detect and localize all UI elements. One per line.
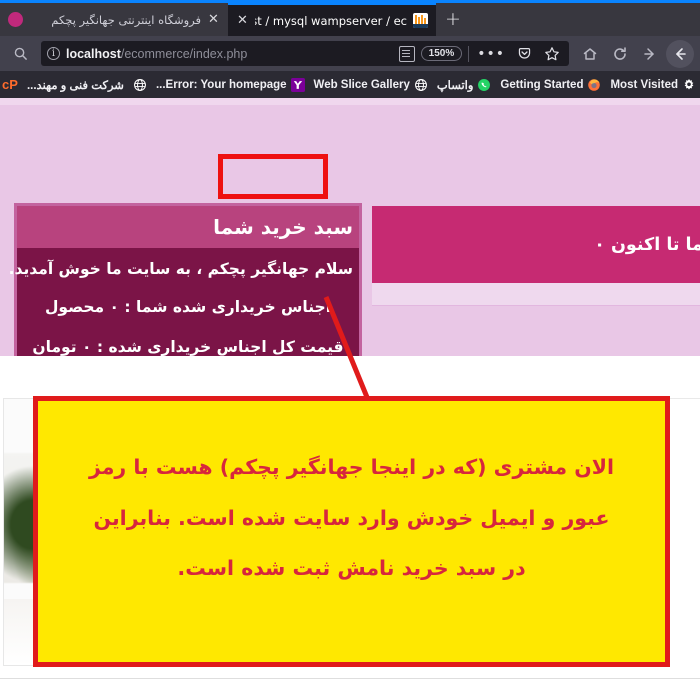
forward-button[interactable] <box>636 40 664 68</box>
firefox-icon <box>587 78 601 92</box>
address-bar[interactable]: i localhost/ecommerce/index.php 150% ••• <box>41 41 569 66</box>
tab-title: localhost / mysql wampserver / ec <box>255 13 407 28</box>
annotation-line: الان مشتری (که در اینجا جهانگیر پچکم) هس… <box>88 455 615 479</box>
content-divider <box>0 678 700 679</box>
whatsapp-icon <box>477 78 491 92</box>
url-host: localhost <box>66 46 121 61</box>
bookmark-label: واتساپ <box>436 79 474 92</box>
bookmark-most-visited[interactable]: Most Visited <box>610 78 696 92</box>
bookmark-label: Web Slice Gallery <box>313 78 410 91</box>
annotation-highlight-box <box>218 154 328 199</box>
site-band-cap <box>0 98 700 105</box>
tab-title: فروشگاه اینترنتی جهانگیر پچکم <box>51 12 201 27</box>
bookmark-globe-generic[interactable] <box>133 78 147 92</box>
cart-total-price-text: قیمت کل اجناس خریداری شده : ۰ تومان <box>32 338 344 356</box>
info-bar-strip-line <box>372 305 700 306</box>
url-path: /ecommerce/index.php <box>120 46 248 61</box>
shop-favicon <box>8 12 23 27</box>
home-button[interactable] <box>576 40 604 68</box>
browser-tab-phpmyadmin[interactable]: localhost / mysql wampserver / ec ✕ <box>228 3 436 36</box>
pocket-icon[interactable] <box>513 43 535 65</box>
zoom-level-badge[interactable]: 150% <box>420 46 463 61</box>
bookmark-whatsapp[interactable]: واتساپ <box>437 78 492 92</box>
cart-panel-title: سبد خرید شما <box>213 215 353 239</box>
bookmark-label: Getting Started <box>500 78 584 91</box>
visitor-counter-bar: وسط شما تا اکنون ۰ <box>372 206 700 283</box>
info-bar-strip <box>372 283 700 305</box>
bookmark-label: Most Visited <box>610 78 678 91</box>
gear-icon <box>682 78 696 92</box>
close-icon[interactable]: ✕ <box>207 13 220 26</box>
bookmarks-bar: Most Visited Getting Started واتساپ Web … <box>0 71 700 98</box>
search-icon[interactable] <box>6 40 34 68</box>
visitor-counter-text: وسط شما تا اکنون ۰ <box>594 234 700 255</box>
bookmark-error-homepage[interactable]: Error: Your homepage... <box>155 77 305 92</box>
bookmark-star-icon[interactable] <box>541 43 563 65</box>
new-tab-button[interactable]: + <box>436 3 470 36</box>
annotation-note: الان مشتری (که در اینجا جهانگیر پچکم) هس… <box>33 396 670 667</box>
bookmark-label: Error: Your homepage... <box>155 78 287 91</box>
cpanel-icon: cP <box>2 77 18 92</box>
browser-tab-shop[interactable]: فروشگاه اینترنتی جهانگیر پچکم ✕ <box>0 3 228 36</box>
annotation-line: عبور و ایمیل خودش وارد سایت شده است. بنا… <box>93 505 610 530</box>
globe-icon <box>414 78 428 92</box>
annotation-line: در سبد خرید نامش ثبت شده است. <box>177 556 526 580</box>
navigation-bar: i localhost/ecommerce/index.php 150% ••• <box>0 36 700 71</box>
tab-strip: فروشگاه اینترنتی جهانگیر پچکم ✕ localhos… <box>0 0 700 36</box>
page-actions-icon[interactable]: ••• <box>475 47 507 61</box>
bookmark-cpanel[interactable]: cP <box>2 77 18 92</box>
globe-icon <box>133 78 147 92</box>
cart-panel-header: سبد خرید شما <box>17 206 359 248</box>
bookmark-getting-started[interactable]: Getting Started <box>500 78 601 92</box>
bookmark-label: شرکت فنی و مهند... <box>26 79 124 92</box>
close-icon[interactable]: ✕ <box>236 14 249 27</box>
bookmark-web-slice-gallery[interactable]: Web Slice Gallery <box>314 78 428 92</box>
cart-items-count-text: اجناس خریداری شده شما : ۰ محصول <box>44 298 332 316</box>
bookmark-company-site[interactable]: شرکت فنی و مهند... <box>27 78 124 92</box>
browser-chrome: فروشگاه اینترنتی جهانگیر پچکم ✕ localhos… <box>0 0 700 98</box>
cart-greeting-text: سلام جهانگیر پچکم ، به سایت ما خوش آمدید… <box>8 260 353 278</box>
reload-button[interactable] <box>606 40 634 68</box>
url-text: localhost/ecommerce/index.php <box>66 47 393 61</box>
phpmyadmin-favicon <box>413 13 428 28</box>
url-divider <box>468 45 470 62</box>
yahoo-icon <box>290 77 305 92</box>
back-button[interactable] <box>666 39 694 68</box>
site-info-icon[interactable]: i <box>47 47 60 60</box>
reader-view-icon[interactable] <box>398 45 415 62</box>
